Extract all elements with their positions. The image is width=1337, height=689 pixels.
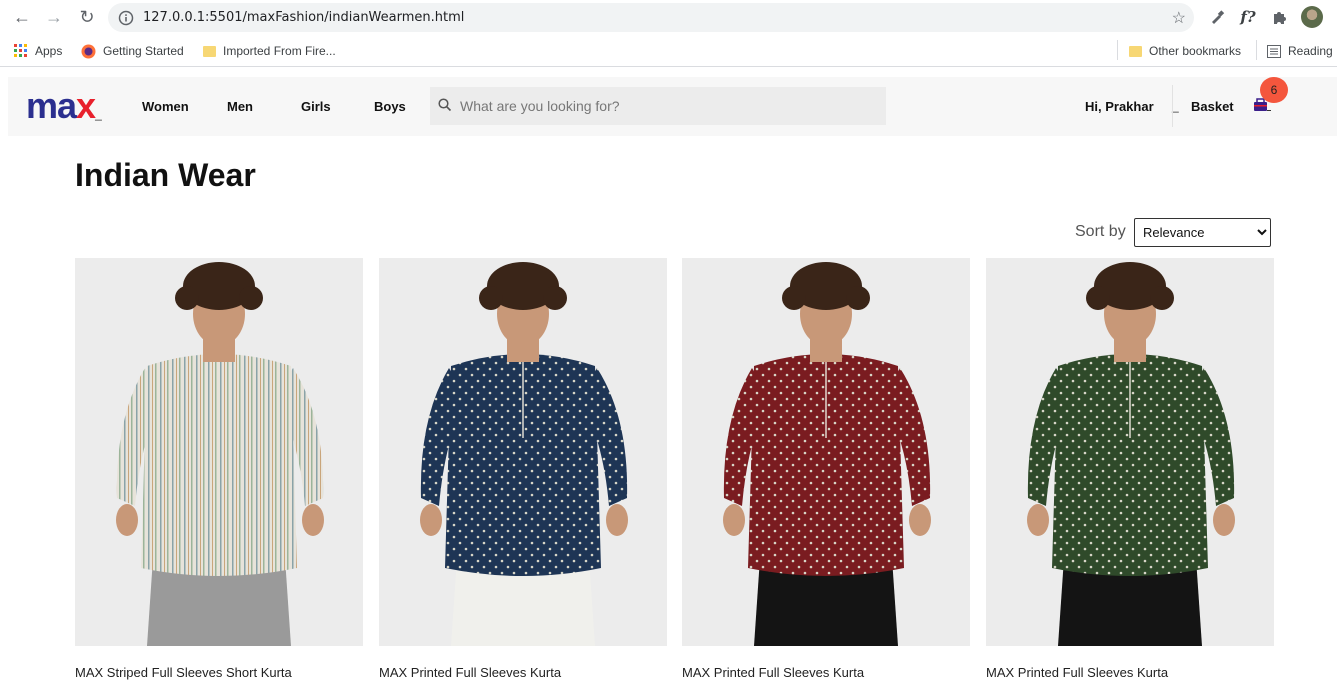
bookmark-label: Reading	[1288, 44, 1333, 58]
nav-women[interactable]: Women	[142, 99, 189, 114]
firefox-icon	[81, 44, 96, 59]
max-logo[interactable]: max_	[26, 88, 102, 131]
page-title: Indian Wear	[75, 157, 256, 193]
header-divider	[1172, 85, 1173, 127]
sort-select[interactable]: Relevance	[1134, 218, 1271, 247]
basket-link[interactable]: Basket	[1191, 99, 1234, 114]
forward-icon[interactable]: →	[43, 6, 65, 28]
product-name[interactable]: MAX Striped Full Sleeves Short Kurta	[75, 665, 363, 680]
bookmark-label: Getting Started	[103, 44, 184, 58]
info-icon[interactable]	[118, 10, 134, 26]
browser-toolbar: ← → ↻ 127.0.0.1:5501/maxFashion/indianWe…	[0, 0, 1337, 35]
folder-icon	[203, 45, 216, 57]
product-card[interactable]: MAX Printed Full Sleeves Kurta	[682, 258, 970, 680]
site-header: max_ Women Men Girls Boys Hi, Prakhar _ …	[8, 77, 1337, 136]
reading-list-icon	[1267, 44, 1281, 58]
extensions-puzzle-icon[interactable]	[1270, 7, 1290, 27]
product-image[interactable]	[986, 258, 1274, 646]
bookmark-other[interactable]: Other bookmarks	[1129, 42, 1241, 60]
folder-icon	[1129, 45, 1142, 57]
bookmarks-divider	[1117, 40, 1118, 60]
search-icon[interactable]	[438, 98, 452, 112]
product-name[interactable]: MAX Printed Full Sleeves Kurta	[986, 665, 1274, 680]
product-name[interactable]: MAX Printed Full Sleeves Kurta	[379, 665, 667, 680]
nav-girls[interactable]: Girls	[301, 99, 331, 114]
url-text: 127.0.0.1:5501/maxFashion/indianWearmen.…	[143, 10, 465, 25]
nav-boys[interactable]: Boys	[374, 99, 406, 114]
bookmark-reading-list[interactable]: Reading	[1267, 42, 1333, 60]
bookmark-label: Other bookmarks	[1149, 44, 1242, 58]
bookmarks-bar: Apps Getting Started Imported From Fire.…	[0, 35, 1337, 67]
bookmark-imported[interactable]: Imported From Fire...	[203, 42, 336, 60]
nav-men[interactable]: Men	[227, 99, 253, 114]
back-icon[interactable]: ←	[11, 6, 33, 28]
product-card[interactable]: MAX Printed Full Sleeves Kurta	[986, 258, 1274, 680]
basket-count-badge: 6	[1260, 77, 1288, 103]
search-bar	[430, 87, 886, 125]
profile-avatar[interactable]	[1301, 6, 1323, 28]
address-bar[interactable]: 127.0.0.1:5501/maxFashion/indianWearmen.…	[108, 3, 1194, 32]
search-input[interactable]	[460, 87, 880, 125]
product-name[interactable]: MAX Printed Full Sleeves Kurta	[682, 665, 970, 680]
user-greeting[interactable]: Hi, Prakhar	[1085, 99, 1154, 114]
bookmarks-divider	[1256, 40, 1257, 60]
product-image[interactable]	[682, 258, 970, 646]
product-image[interactable]	[75, 258, 363, 646]
product-card[interactable]: MAX Printed Full Sleeves Kurta	[379, 258, 667, 680]
reload-icon[interactable]: ↻	[76, 6, 98, 28]
bookmark-star-icon[interactable]: ☆	[1172, 8, 1186, 28]
bookmark-apps[interactable]: Apps	[14, 42, 62, 60]
bookmark-label: Apps	[35, 44, 63, 58]
apps-grid-icon	[14, 44, 28, 58]
product-image[interactable]	[379, 258, 667, 646]
sort-label: Sort by	[1075, 223, 1126, 240]
product-card[interactable]: MAX Striped Full Sleeves Short Kurta	[75, 258, 363, 680]
bookmark-getting-started[interactable]: Getting Started	[81, 42, 184, 60]
bookmark-label: Imported From Fire...	[223, 44, 336, 58]
eyedropper-icon[interactable]	[1207, 7, 1227, 27]
fonts-extension-icon[interactable]: f?	[1238, 7, 1258, 27]
